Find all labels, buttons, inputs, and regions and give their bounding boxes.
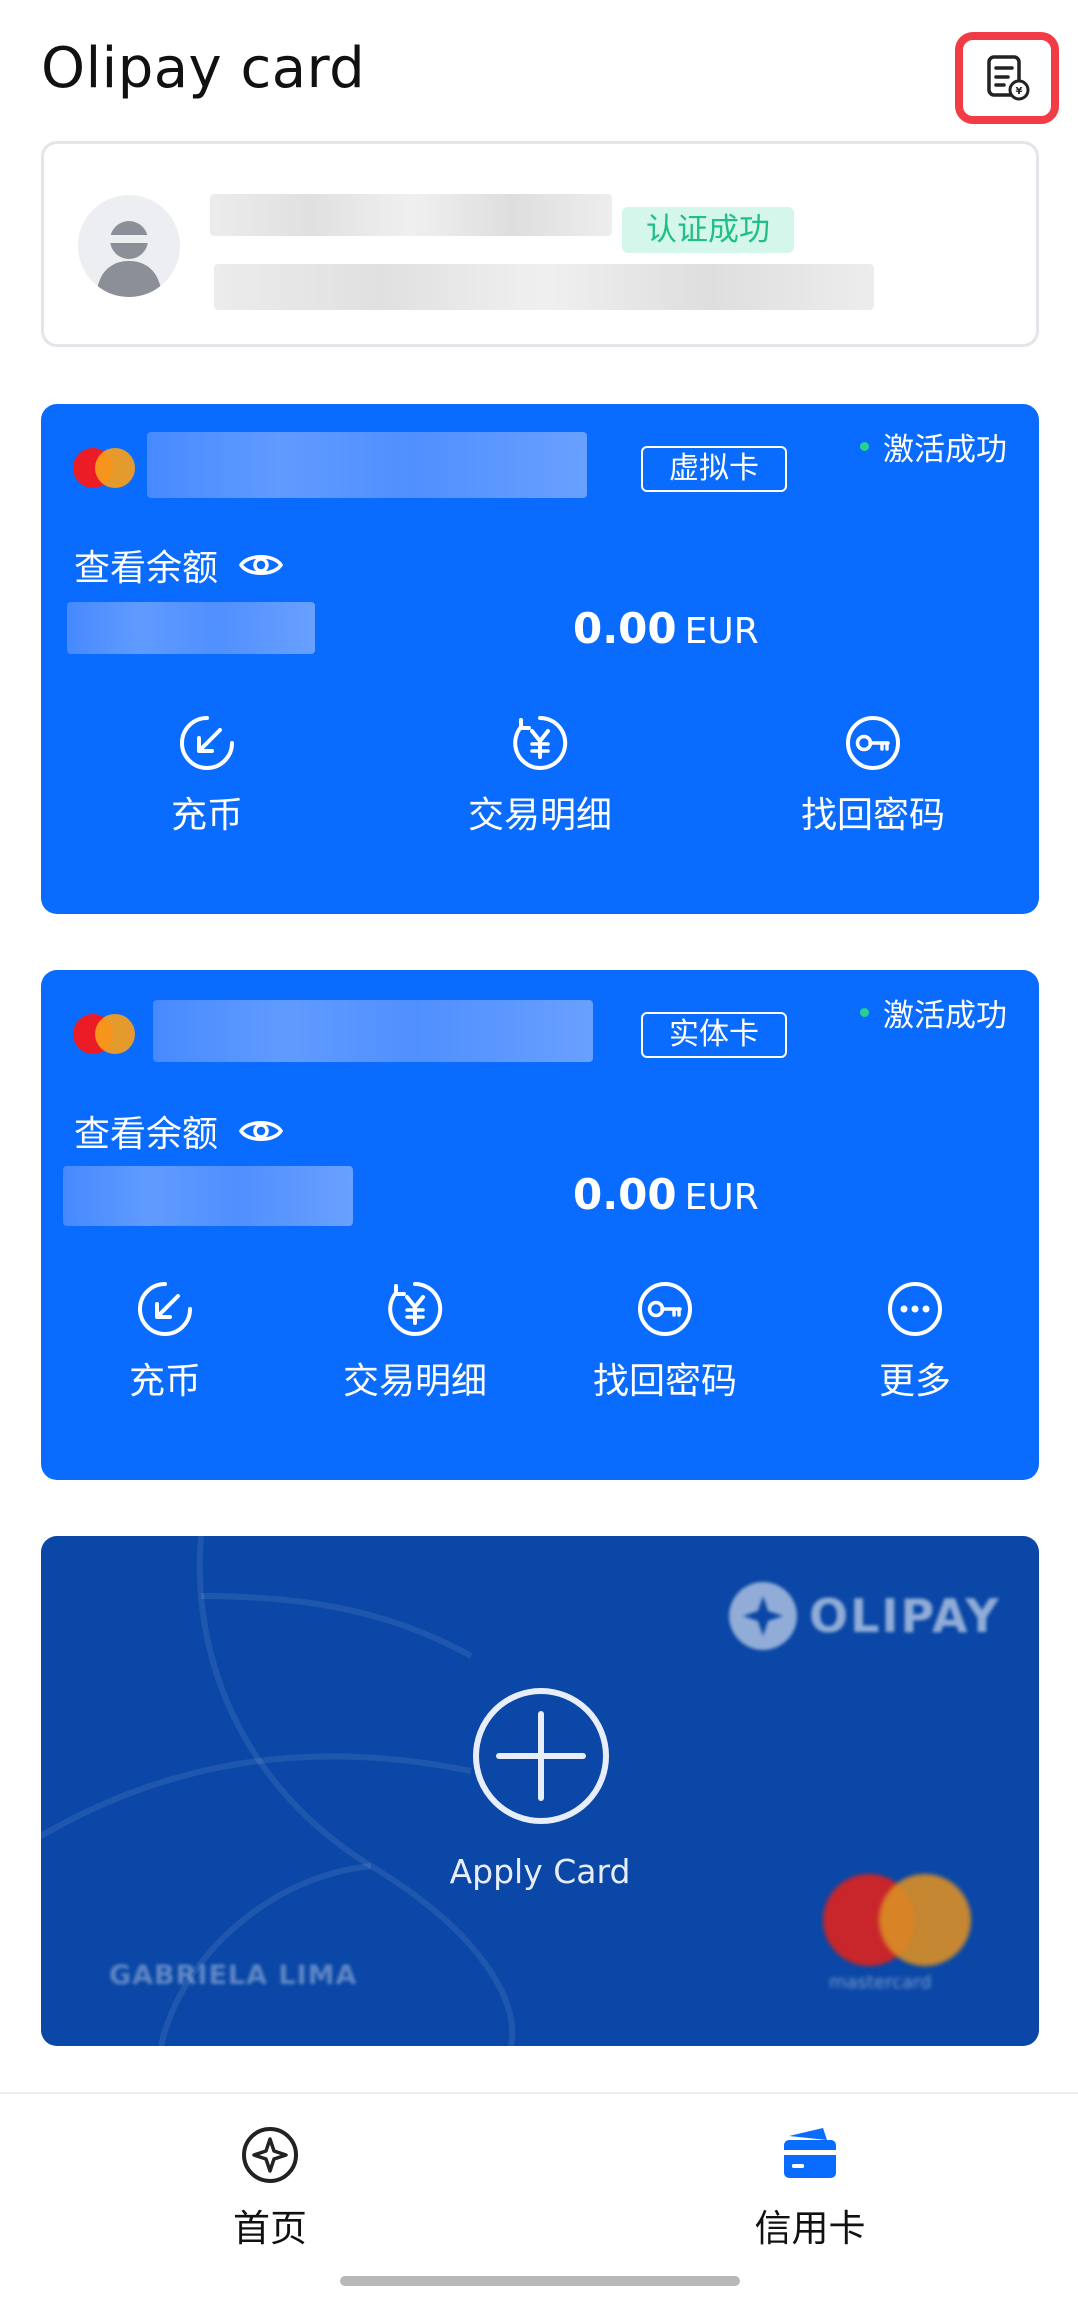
balance-masked — [63, 1166, 353, 1226]
olipay-logo-icon — [729, 1582, 797, 1650]
tab-credit-card-label: 信用卡 — [754, 2207, 866, 2250]
user-info-card[interactable]: 认证成功 — [41, 141, 1039, 347]
bill-button[interactable]: ¥ — [955, 32, 1059, 124]
yuan-icon — [388, 1281, 443, 1336]
user-id-masked — [214, 264, 874, 310]
deposit-button[interactable]: 充币 — [65, 1280, 265, 1404]
balance-amount: 0.00 EUR — [573, 1170, 759, 1219]
verified-badge: 认证成功 — [622, 207, 794, 253]
card-status: 激活成功 — [860, 424, 1007, 469]
recover-password-button[interactable]: 找回密码 — [773, 714, 973, 838]
tab-home[interactable]: 首页 — [170, 2124, 370, 2252]
card-status-text: 激活成功 — [883, 998, 1007, 1034]
mastercard-logo-icon: mastercard — [823, 1874, 973, 1994]
card-status: 激活成功 — [860, 990, 1007, 1035]
physical-card[interactable]: 实体卡 激活成功 查看余额 0.00 EUR 充币 交易明细 找回密码 更多 — [41, 970, 1039, 1480]
transactions-label: 交易明细 — [467, 795, 612, 836]
card-type-badge: 实体卡 — [641, 1012, 787, 1058]
balance-value: 0.00 — [573, 604, 677, 653]
transactions-label: 交易明细 — [342, 1361, 487, 1402]
header: Olipay card ¥ — [0, 0, 1078, 140]
apply-card-panel[interactable]: OLIPAY Apply Card GABRIELA LIMA masterca… — [41, 1536, 1039, 2046]
balance-label: 查看余额 — [74, 548, 219, 589]
mastercard-logo-icon — [73, 448, 135, 488]
card-actions: 充币 交易明细 找回密码 更多 — [41, 1280, 1039, 1420]
svg-text:¥: ¥ — [1016, 86, 1023, 97]
more-label: 更多 — [878, 1361, 951, 1402]
status-dot — [860, 1008, 869, 1017]
user-name-masked — [210, 194, 612, 236]
olipay-brand-logo: OLIPAY — [727, 1580, 1001, 1652]
deposit-label: 充币 — [170, 795, 243, 836]
deposit-button[interactable]: 充币 — [107, 714, 307, 838]
more-icon — [888, 1282, 942, 1336]
recover-password-label: 找回密码 — [800, 795, 945, 836]
card-number-masked — [147, 432, 587, 498]
card-number-masked — [153, 1000, 593, 1062]
recover-password-label: 找回密码 — [592, 1361, 737, 1402]
view-balance[interactable]: 查看余额 — [74, 539, 284, 591]
avatar — [78, 195, 180, 297]
page-title: Olipay card — [41, 36, 366, 101]
avatar-placeholder-icon — [96, 221, 162, 297]
recover-password-button[interactable]: 找回密码 — [565, 1280, 765, 1404]
home-icon — [242, 2127, 298, 2183]
transactions-button[interactable]: 交易明细 — [440, 714, 640, 838]
deposit-label: 充币 — [128, 1361, 201, 1402]
balance-masked — [67, 602, 315, 654]
card-type-badge: 虚拟卡 — [641, 446, 787, 492]
tab-credit-card[interactable]: 信用卡 — [710, 2124, 910, 2252]
card-status-text: 激活成功 — [883, 432, 1007, 468]
mastercard-logo-icon — [73, 1014, 135, 1054]
credit-card-icon — [784, 2128, 836, 2178]
key-icon — [638, 1282, 692, 1336]
balance-label: 查看余额 — [74, 1114, 219, 1155]
key-icon — [846, 716, 900, 770]
eye-icon[interactable] — [238, 1116, 284, 1146]
tab-home-label: 首页 — [233, 2207, 307, 2250]
transactions-button[interactable]: 交易明细 — [315, 1280, 515, 1404]
deposit-icon — [180, 716, 234, 770]
virtual-card[interactable]: 虚拟卡 激活成功 查看余额 0.00 EUR 充币 交易明细 找回密码 — [41, 404, 1039, 914]
bill-icon: ¥ — [987, 55, 1030, 101]
status-dot — [860, 442, 869, 451]
balance-value: 0.00 — [573, 1170, 677, 1219]
bottom-tab-bar: 首页 信用卡 — [0, 2092, 1078, 2304]
view-balance[interactable]: 查看余额 — [74, 1105, 284, 1157]
balance-currency: EUR — [684, 611, 759, 652]
olipay-brand-text: OLIPAY — [809, 1589, 1001, 1643]
yuan-icon — [513, 715, 568, 770]
add-card-icon[interactable] — [471, 1686, 611, 1826]
home-indicator — [340, 2276, 740, 2286]
card-holder-name: GABRIELA LIMA — [109, 1960, 358, 1991]
card-actions: 充币 交易明细 找回密码 — [41, 714, 1039, 854]
deposit-icon — [138, 1282, 192, 1336]
mastercard-text: mastercard — [829, 1972, 932, 1993]
balance-amount: 0.00 EUR — [573, 604, 759, 653]
more-button[interactable]: 更多 — [815, 1280, 1015, 1404]
balance-currency: EUR — [684, 1177, 759, 1218]
eye-icon[interactable] — [238, 550, 284, 580]
